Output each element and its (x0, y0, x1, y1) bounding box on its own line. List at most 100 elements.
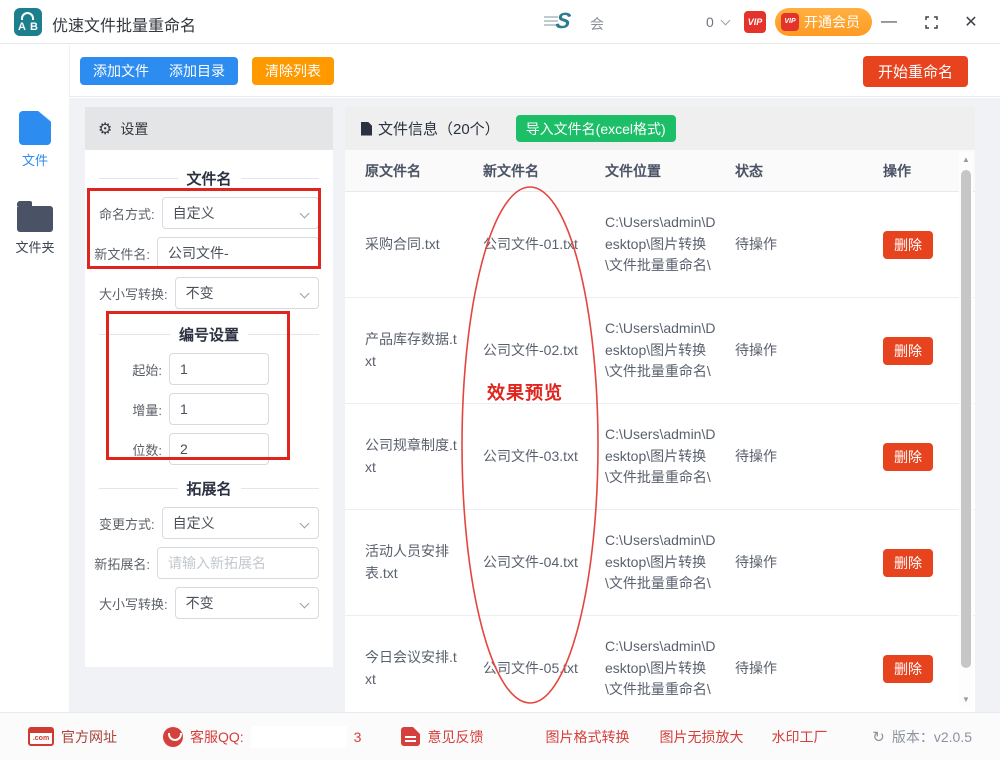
rename-arrow-icon (21, 12, 34, 20)
chevron-down-icon (299, 288, 310, 298)
section-numbering: 编号设置 (99, 324, 320, 345)
scrollbar-thumb[interactable] (961, 170, 971, 668)
delete-button[interactable]: 删除 (883, 654, 933, 683)
filename-case-row: 大小写转换: 不变 (99, 277, 319, 309)
sidebar-item-folders[interactable]: 文件夹 (0, 200, 70, 256)
table-row: 公司规章制度.txt 公司文件-03.txt C:\Users\admin\De… (345, 404, 975, 510)
naming-method-select[interactable]: 自定义 (161, 197, 319, 229)
table-row: 采购合同.txt 公司文件-01.txt C:\Users\admin\Desk… (345, 192, 975, 298)
add-folder-button[interactable]: 添加目录 (156, 57, 238, 85)
headset-icon (163, 726, 183, 747)
col-status: 状态 (735, 162, 763, 179)
refresh-icon[interactable]: ↻ (872, 728, 885, 746)
status-bar: .com 官方网址 客服QQ: 3 意见反馈 图片格式转换 图片无损放大 水印工… (0, 712, 1000, 760)
start-rename-button[interactable]: 开始重命名 (862, 56, 968, 87)
ext-mode-row: 变更方式: 自定义 (99, 507, 319, 539)
new-filename-input[interactable] (157, 237, 319, 269)
case-convert-label: 大小写转换: (99, 286, 168, 302)
sidebar-item-label: 文件 (21, 153, 48, 168)
side-nav: 文件 文件夹 (0, 45, 70, 712)
increment-label: 增量: (132, 402, 162, 418)
ext-case-select[interactable]: 不变 (174, 587, 319, 619)
support-qq-label: 客服QQ: (190, 728, 244, 745)
support-qq[interactable]: 客服QQ: 3 (163, 725, 362, 748)
app-logo-icon: A B (14, 8, 42, 36)
add-files-button[interactable]: 添加文件 (80, 57, 162, 85)
cell-status: 待操作 (735, 447, 777, 464)
maximize-button[interactable] (918, 10, 944, 34)
col-new-name: 新文件名 (483, 162, 539, 179)
delete-button[interactable]: 删除 (883, 442, 933, 471)
ext-case-value: 不变 (185, 595, 214, 611)
document-icon (361, 121, 372, 136)
cell-location: C:\Users\admin\Desktop\图片转换\文件批量重命名\ (605, 531, 716, 592)
new-ext-input[interactable] (157, 547, 319, 579)
minimize-button[interactable]: — (876, 10, 902, 34)
cell-status: 待操作 (735, 553, 777, 570)
increment-row: 增量: (99, 393, 319, 425)
sidebar-item-label: 文件夹 (15, 240, 55, 255)
digits-input[interactable] (169, 433, 269, 465)
naming-method-value: 自定义 (172, 205, 215, 221)
ext-mode-select[interactable]: 自定义 (161, 507, 319, 539)
new-filename-label: 新文件名: (94, 246, 150, 262)
cell-status: 待操作 (735, 659, 777, 676)
cell-new-name: 公司文件-04.txt (483, 553, 578, 570)
scroll-down-arrow[interactable]: ▼ (959, 694, 973, 706)
cell-new-name: 公司文件-01.txt (483, 235, 578, 252)
ext-case-label: 大小写转换: (99, 596, 168, 612)
settings-panel: ⚙ 设置 文件名 命名方式: 自定义 新文件名: 大小写转换: 不变 编号设置 (85, 107, 333, 667)
cell-new-name: 公司文件-02.txt (483, 341, 578, 358)
naming-method-row: 命名方式: 自定义 (99, 197, 319, 229)
official-site-link[interactable]: .com 官方网址 (28, 727, 117, 747)
watermark-factory-link[interactable]: 水印工厂 (771, 727, 827, 747)
close-button[interactable]: ✕ (958, 10, 984, 34)
increment-input[interactable] (169, 393, 269, 425)
sidebar-item-files[interactable]: 文件 (0, 111, 70, 169)
import-filenames-button[interactable]: 导入文件名(excel格式) (515, 115, 676, 142)
scroll-up-arrow[interactable]: ▲ (959, 154, 973, 166)
censored-area (604, 8, 702, 34)
censored-area (250, 725, 347, 748)
image-upscale-link[interactable]: 图片无损放大 (659, 727, 743, 747)
files-panel-header: 文件信息（20个） 导入文件名(excel格式) (345, 107, 975, 150)
section-title: 编号设置 (179, 327, 240, 344)
delete-button[interactable]: 删除 (883, 548, 933, 577)
section-title: 文件名 (186, 171, 232, 188)
digits-row: 位数: (99, 433, 319, 465)
image-format-convert-link[interactable]: 图片格式转换 (545, 727, 629, 747)
member-text-fragment: 会 (590, 16, 604, 32)
digits-label: 位数: (132, 442, 162, 458)
files-panel: 文件信息（20个） 导入文件名(excel格式) 原文件名 新文件名 文件位置 … (345, 107, 975, 712)
ext-case-row: 大小写转换: 不变 (99, 587, 319, 619)
table-row: 产品库存数据.txt 公司文件-02.txt C:\Users\admin\De… (345, 298, 975, 404)
ext-mode-value: 自定义 (172, 515, 215, 531)
new-ext-row: 新拓展名: (94, 547, 319, 579)
chevron-down-icon[interactable] (720, 15, 731, 26)
brand-s-icon: S (554, 8, 573, 33)
section-extension: 拓展名 (99, 478, 320, 499)
feedback-link[interactable]: 意见反馈 (401, 727, 483, 747)
ext-mode-label: 变更方式: (99, 516, 155, 532)
version-info: ↻ 版本：v2.0.5 (872, 727, 972, 747)
filename-case-select[interactable]: 不变 (174, 277, 319, 309)
vertical-scrollbar[interactable]: ▲ ▼ (959, 152, 973, 708)
file-icon (19, 111, 51, 145)
clear-list-button[interactable]: 清除列表 (252, 57, 334, 85)
open-membership-button[interactable]: VIP 开通会员 (775, 8, 872, 36)
cell-location: C:\Users\admin\Desktop\图片转换\文件批量重命名\ (605, 637, 716, 698)
start-number-label: 起始: (132, 362, 162, 378)
chevron-down-icon (299, 208, 310, 218)
feedback-icon (401, 727, 421, 746)
col-location: 文件位置 (605, 162, 661, 179)
cell-new-name: 公司文件-03.txt (483, 447, 578, 464)
app-title: 优速文件批量重命名 (52, 18, 197, 35)
open-membership-label: 开通会员 (804, 14, 860, 30)
settings-title: 设置 (120, 120, 149, 137)
new-filename-row: 新文件名: (94, 237, 319, 269)
qq-number-fragment: 3 (353, 728, 362, 745)
delete-button[interactable]: 删除 (883, 336, 933, 365)
cell-original-name: 今日会议安排.txt (365, 648, 457, 687)
start-number-input[interactable] (169, 353, 269, 385)
delete-button[interactable]: 删除 (883, 230, 933, 259)
